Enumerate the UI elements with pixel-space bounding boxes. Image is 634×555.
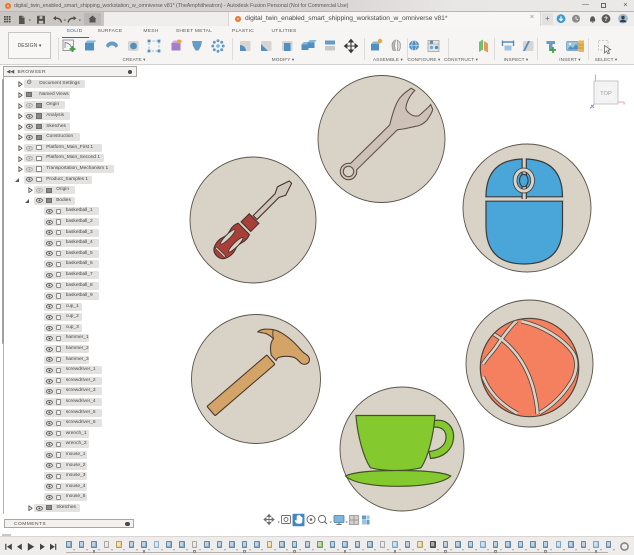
svg-text:?: ?	[604, 17, 608, 23]
svg-text:TOP: TOP	[600, 91, 612, 97]
svg-text:x: x	[623, 101, 626, 106]
